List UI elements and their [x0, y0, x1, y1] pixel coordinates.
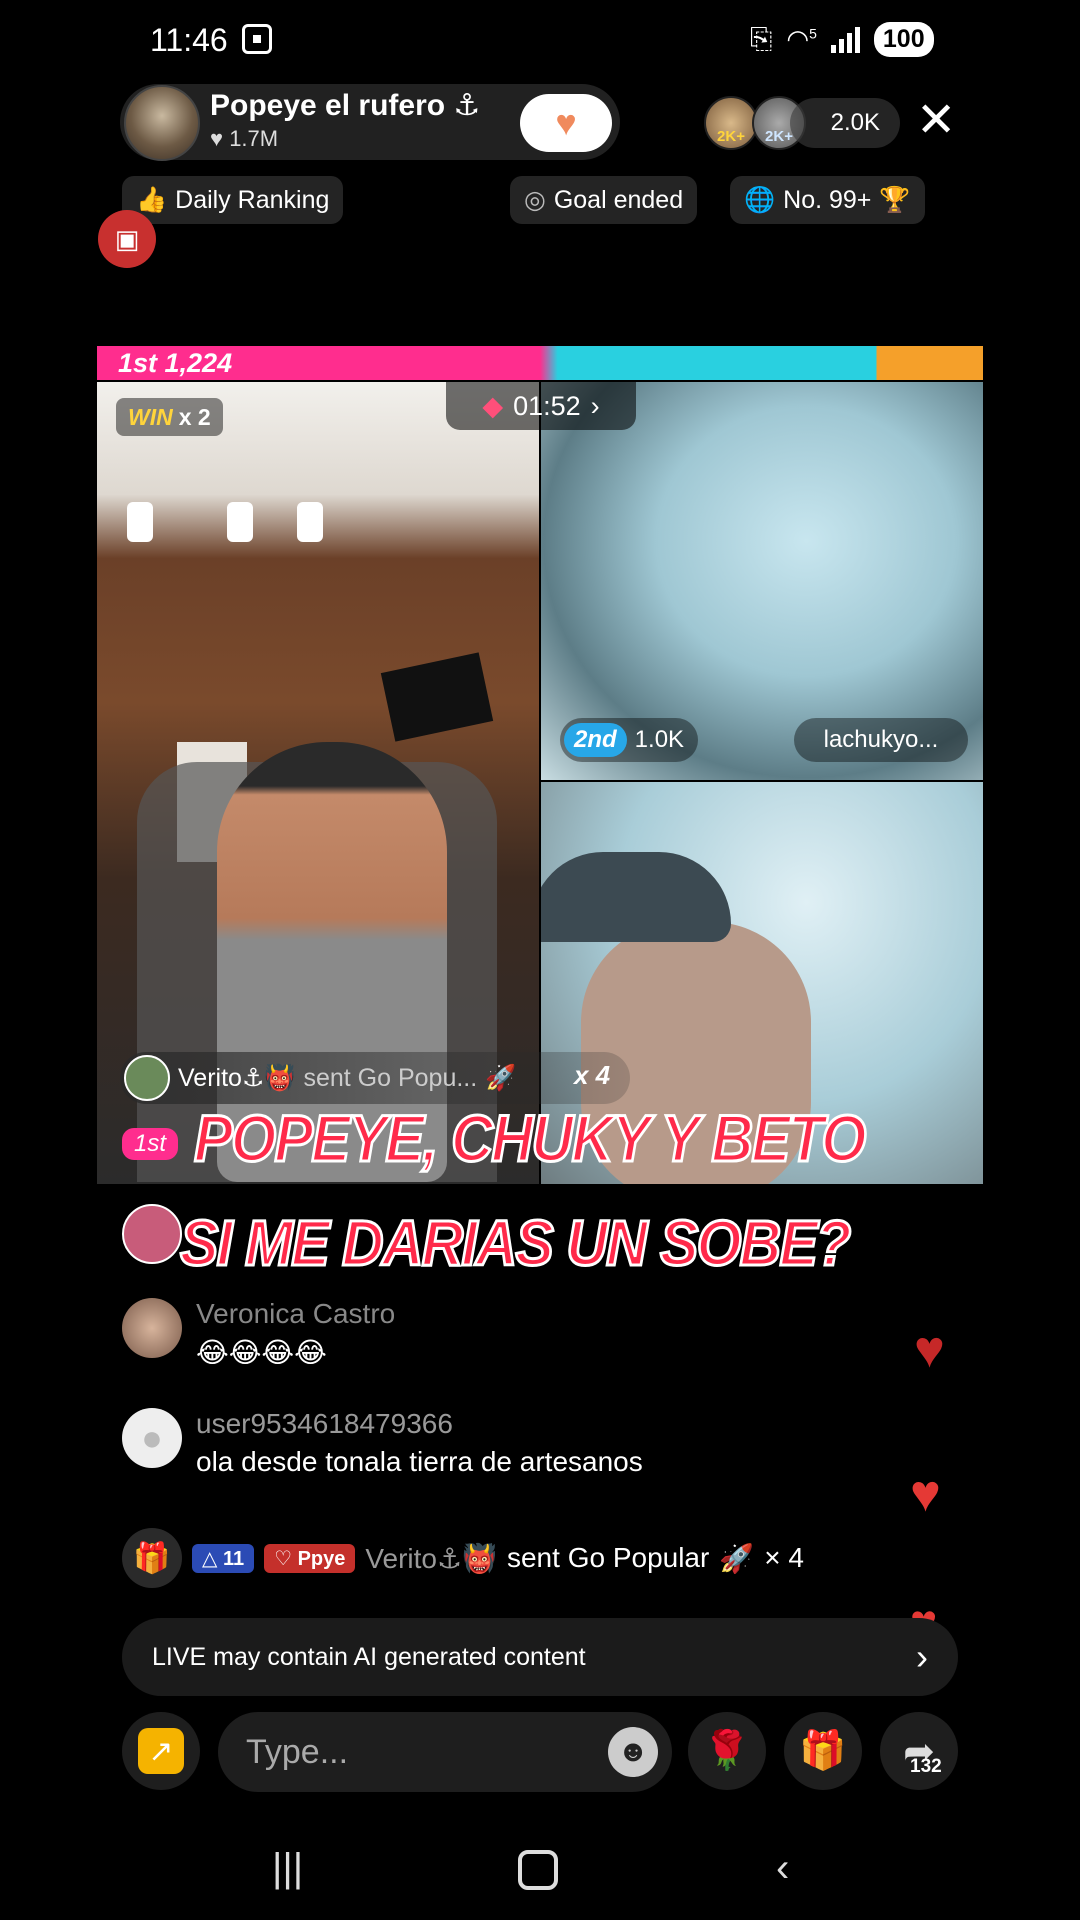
- record-icon[interactable]: ▣: [98, 210, 156, 268]
- gift-count: x 4: [574, 1060, 611, 1090]
- gift-notice-banner: Verito⚓👹 sent Go Popu... 🚀: [120, 1052, 630, 1104]
- back-icon[interactable]: ‹: [776, 1846, 789, 1891]
- ai-notice-text: LIVE may contain AI generated content: [152, 1642, 586, 1671]
- gift-user[interactable]: Verito⚓👹: [365, 1542, 497, 1575]
- viewer-badge: 2K+: [765, 128, 793, 145]
- gift-row-text: sent Go Popular: [506, 1542, 710, 1573]
- battle-score: 1st 1,224: [118, 348, 233, 378]
- battle-timer[interactable]: ◆ 01:52 ›: [446, 382, 636, 430]
- wifi-icon: ◠5: [786, 24, 817, 54]
- status-icons: ⎘ ◠5 100: [750, 22, 934, 57]
- opponent-score: 1.0K: [634, 726, 685, 753]
- host-likes: ♥ 1.7M: [210, 126, 278, 152]
- trophy-icon: 🏆: [879, 185, 911, 214]
- win-count: x 2: [178, 403, 211, 430]
- share-count: 132: [910, 1756, 942, 1777]
- arrow-up-right-icon: ↗: [138, 1728, 184, 1774]
- gift-box-icon: 🎁: [122, 1528, 182, 1588]
- host-likes-count: 1.7M: [229, 126, 279, 151]
- signal-icon: [830, 26, 860, 53]
- heart-icon: ♥: [210, 126, 224, 151]
- rank-badge: 2nd: [564, 723, 627, 757]
- rose-gift-button[interactable]: 🌹: [688, 1712, 766, 1790]
- timer-value: 01:52: [513, 390, 581, 421]
- battery-indicator: 100: [873, 22, 934, 57]
- rank-chip[interactable]: 🌐 No. 99+ 🏆: [730, 176, 925, 224]
- commenter-name[interactable]: Veronica Castro: [196, 1298, 395, 1330]
- overlay-title-line1: POPEYE, CHUKY Y BETO: [193, 1100, 868, 1177]
- thumbs-up-icon: 👍: [136, 185, 168, 214]
- opponent-name[interactable]: lachukyo...: [794, 718, 968, 762]
- daily-ranking-chip[interactable]: 👍 Daily Ranking: [122, 176, 344, 224]
- follow-button[interactable]: ♥: [520, 94, 612, 152]
- globe-icon: 🌐: [744, 185, 776, 214]
- heart-plus-icon: ♥: [555, 102, 577, 143]
- viewer-avatar[interactable]: 2K+: [704, 96, 758, 150]
- goal-chip[interactable]: ◎ Goal ended: [510, 176, 698, 224]
- chevron-right-icon: ›: [590, 390, 600, 421]
- host-name[interactable]: Popeye el rufero ⚓: [210, 88, 480, 123]
- screenshot-icon: [242, 24, 272, 54]
- recent-apps-icon[interactable]: |||: [272, 1846, 303, 1891]
- viewer-count[interactable]: 2.0K: [790, 98, 900, 148]
- gift-row[interactable]: 🎁 △ 11 ♡ Ppye Verito⚓👹 sent Go Popular 🚀…: [122, 1528, 804, 1588]
- go-popular-icon: 🚀: [485, 1063, 517, 1092]
- fan-badge: ♡ Ppye: [264, 1543, 356, 1573]
- overlay-title-line2: SI ME DARIAS UN SOBE?: [179, 1206, 853, 1281]
- ai-notice-bar[interactable]: LIVE may contain AI generated content ›: [122, 1618, 958, 1696]
- shortcut-button[interactable]: ↗: [122, 1712, 200, 1790]
- commenter-name[interactable]: user9534618479366: [196, 1408, 643, 1440]
- close-icon[interactable]: ✕: [916, 96, 956, 146]
- gift-icon: 🎁: [799, 1730, 847, 1772]
- host-rank-badge: 1st: [122, 1128, 179, 1160]
- go-popular-icon: 🚀: [719, 1542, 755, 1574]
- gift-sender-avatar: [124, 1055, 170, 1101]
- floating-heart-icon: ♥: [914, 1321, 945, 1379]
- comment-text: ola desde tonala tierra de artesanos: [196, 1446, 643, 1477]
- commenter-avatar[interactable]: [122, 1298, 182, 1358]
- gloves-icon: ◆: [482, 390, 504, 421]
- default-avatar-icon[interactable]: ●: [122, 1408, 182, 1468]
- goal-label: Goal ended: [553, 185, 684, 214]
- overlay-avatar: [122, 1204, 182, 1264]
- win-streak: WIN x 2: [116, 398, 223, 436]
- rose-icon: 🌹: [703, 1730, 751, 1772]
- gift-row-count: × 4: [764, 1542, 804, 1573]
- opponent-rank: 2nd 1.0K: [560, 718, 699, 762]
- floating-heart-icon: ♥: [910, 1465, 941, 1523]
- gift-sender: Verito⚓👹: [178, 1064, 296, 1092]
- gift-text: sent Go Popu...: [303, 1063, 478, 1092]
- share-button[interactable]: ➦: [880, 1712, 958, 1790]
- home-icon[interactable]: [518, 1850, 558, 1890]
- host-avatar[interactable]: [124, 85, 200, 161]
- target-icon: ◎: [524, 186, 546, 214]
- win-label: WIN: [128, 403, 173, 430]
- cast-icon: ⎘: [750, 23, 773, 54]
- emoji-icon[interactable]: ☻: [608, 1727, 658, 1777]
- viewer-badge: 2K+: [717, 128, 745, 145]
- comment-placeholder: Type...: [246, 1732, 349, 1771]
- gift-button[interactable]: 🎁: [784, 1712, 862, 1790]
- level-badge: △ 11: [192, 1543, 255, 1573]
- comment-text: 😂😂😂😂: [196, 1337, 327, 1368]
- status-bar: 11:46 ⎘ ◠5 100: [0, 0, 1080, 84]
- chevron-right-icon: ›: [916, 1636, 928, 1677]
- comment-input[interactable]: Type... ☻: [218, 1712, 672, 1792]
- comment-item[interactable]: Veronica Castro 😂😂😂😂: [122, 1298, 395, 1369]
- daily-ranking-label: Daily Ranking: [175, 185, 330, 214]
- status-time: 11:46: [150, 22, 228, 58]
- comment-item[interactable]: ● user9534618479366 ola desde tonala tie…: [122, 1408, 643, 1478]
- rank-label: No. 99+: [783, 185, 872, 214]
